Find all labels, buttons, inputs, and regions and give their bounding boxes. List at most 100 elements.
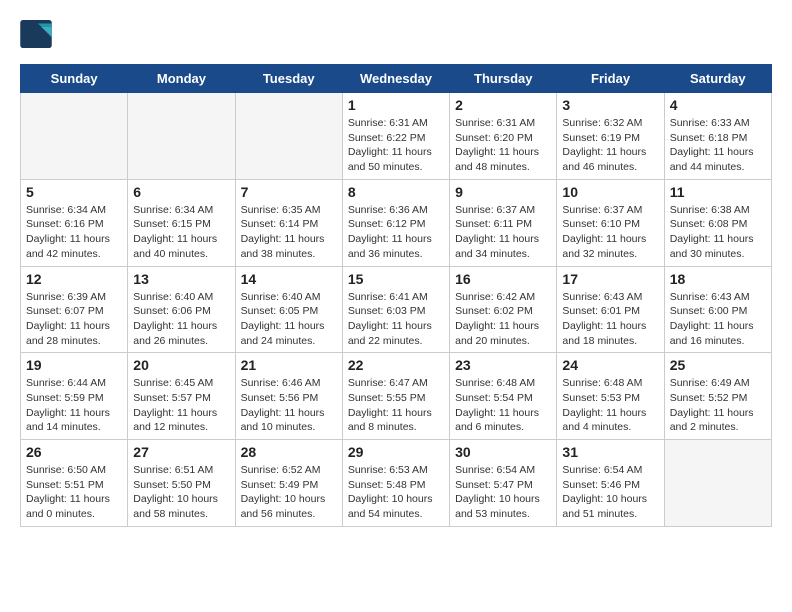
day-number: 11	[670, 184, 766, 200]
day-info: Sunrise: 6:37 AM Sunset: 6:11 PM Dayligh…	[455, 203, 551, 262]
day-number: 2	[455, 97, 551, 113]
day-number: 12	[26, 271, 122, 287]
day-info: Sunrise: 6:39 AM Sunset: 6:07 PM Dayligh…	[26, 290, 122, 349]
day-number: 22	[348, 357, 444, 373]
day-info: Sunrise: 6:52 AM Sunset: 5:49 PM Dayligh…	[241, 463, 337, 522]
day-cell	[128, 93, 235, 180]
day-info: Sunrise: 6:33 AM Sunset: 6:18 PM Dayligh…	[670, 116, 766, 175]
week-row-2: 5Sunrise: 6:34 AM Sunset: 6:16 PM Daylig…	[21, 179, 772, 266]
day-info: Sunrise: 6:31 AM Sunset: 6:20 PM Dayligh…	[455, 116, 551, 175]
day-number: 3	[562, 97, 658, 113]
day-cell: 10 Sunrise: 6:37 AM Sunset: 6:10 PM Dayli…	[557, 179, 664, 266]
day-info: Sunrise: 6:42 AM Sunset: 6:02 PM Dayligh…	[455, 290, 551, 349]
day-cell: 9 Sunrise: 6:37 AM Sunset: 6:11 PM Daylig…	[450, 179, 557, 266]
day-cell: 11Sunrise: 6:38 AM Sunset: 6:08 PM Dayli…	[664, 179, 771, 266]
day-info: Sunrise: 6:40 AM Sunset: 6:05 PM Dayligh…	[241, 290, 337, 349]
calendar: SundayMondayTuesdayWednesdayThursdayFrid…	[20, 64, 772, 527]
day-number: 31	[562, 444, 658, 460]
day-info: Sunrise: 6:48 AM Sunset: 5:54 PM Dayligh…	[455, 376, 551, 435]
week-row-1: 1 Sunrise: 6:31 AM Sunset: 6:22 PM Daylig…	[21, 93, 772, 180]
weekday-header-monday: Monday	[128, 65, 235, 93]
day-info: Sunrise: 6:36 AM Sunset: 6:12 PM Dayligh…	[348, 203, 444, 262]
day-number: 18	[670, 271, 766, 287]
day-cell: 5Sunrise: 6:34 AM Sunset: 6:16 PM Daylig…	[21, 179, 128, 266]
day-cell: 29 Sunrise: 6:53 AM Sunset: 5:48 PM Dayli…	[342, 440, 449, 527]
day-number: 26	[26, 444, 122, 460]
day-info: Sunrise: 6:44 AM Sunset: 5:59 PM Dayligh…	[26, 376, 122, 435]
day-cell: 18 Sunrise: 6:43 AM Sunset: 6:00 PM Dayli…	[664, 266, 771, 353]
day-number: 6	[133, 184, 229, 200]
weekday-header-sunday: Sunday	[21, 65, 128, 93]
day-cell: 6 Sunrise: 6:34 AM Sunset: 6:15 PM Daylig…	[128, 179, 235, 266]
day-number: 24	[562, 357, 658, 373]
day-cell: 7 Sunrise: 6:35 AM Sunset: 6:14 PM Daylig…	[235, 179, 342, 266]
day-number: 28	[241, 444, 337, 460]
day-cell	[664, 440, 771, 527]
day-cell: 26 Sunrise: 6:50 AM Sunset: 5:51 PM Dayli…	[21, 440, 128, 527]
day-cell: 1 Sunrise: 6:31 AM Sunset: 6:22 PM Daylig…	[342, 93, 449, 180]
logo-icon	[20, 20, 52, 48]
day-cell: 23 Sunrise: 6:48 AM Sunset: 5:54 PM Dayli…	[450, 353, 557, 440]
day-info: Sunrise: 6:43 AM Sunset: 6:01 PM Dayligh…	[562, 290, 658, 349]
day-info: Sunrise: 6:43 AM Sunset: 6:00 PM Dayligh…	[670, 290, 766, 349]
day-cell: 2 Sunrise: 6:31 AM Sunset: 6:20 PM Daylig…	[450, 93, 557, 180]
day-number: 7	[241, 184, 337, 200]
day-cell: 16 Sunrise: 6:42 AM Sunset: 6:02 PM Dayli…	[450, 266, 557, 353]
weekday-header-row: SundayMondayTuesdayWednesdayThursdayFrid…	[21, 65, 772, 93]
day-cell: 28 Sunrise: 6:52 AM Sunset: 5:49 PM Dayli…	[235, 440, 342, 527]
day-cell: 25 Sunrise: 6:49 AM Sunset: 5:52 PM Dayli…	[664, 353, 771, 440]
day-number: 13	[133, 271, 229, 287]
day-number: 15	[348, 271, 444, 287]
day-info: Sunrise: 6:31 AM Sunset: 6:22 PM Dayligh…	[348, 116, 444, 175]
day-cell: 8 Sunrise: 6:36 AM Sunset: 6:12 PM Daylig…	[342, 179, 449, 266]
day-info: Sunrise: 6:40 AM Sunset: 6:06 PM Dayligh…	[133, 290, 229, 349]
weekday-header-friday: Friday	[557, 65, 664, 93]
day-cell: 27 Sunrise: 6:51 AM Sunset: 5:50 PM Dayli…	[128, 440, 235, 527]
day-info: Sunrise: 6:47 AM Sunset: 5:55 PM Dayligh…	[348, 376, 444, 435]
day-number: 27	[133, 444, 229, 460]
day-info: Sunrise: 6:35 AM Sunset: 6:14 PM Dayligh…	[241, 203, 337, 262]
weekday-header-saturday: Saturday	[664, 65, 771, 93]
day-info: Sunrise: 6:45 AM Sunset: 5:57 PM Dayligh…	[133, 376, 229, 435]
day-info: Sunrise: 6:54 AM Sunset: 5:47 PM Dayligh…	[455, 463, 551, 522]
day-cell	[21, 93, 128, 180]
day-info: Sunrise: 6:48 AM Sunset: 5:53 PM Dayligh…	[562, 376, 658, 435]
day-cell: 17 Sunrise: 6:43 AM Sunset: 6:01 PM Dayli…	[557, 266, 664, 353]
day-cell: 30Sunrise: 6:54 AM Sunset: 5:47 PM Dayli…	[450, 440, 557, 527]
day-cell: 3 Sunrise: 6:32 AM Sunset: 6:19 PM Daylig…	[557, 93, 664, 180]
day-info: Sunrise: 6:51 AM Sunset: 5:50 PM Dayligh…	[133, 463, 229, 522]
week-row-5: 26 Sunrise: 6:50 AM Sunset: 5:51 PM Dayli…	[21, 440, 772, 527]
day-info: Sunrise: 6:49 AM Sunset: 5:52 PM Dayligh…	[670, 376, 766, 435]
day-cell: 22 Sunrise: 6:47 AM Sunset: 5:55 PM Dayli…	[342, 353, 449, 440]
day-info: Sunrise: 6:41 AM Sunset: 6:03 PM Dayligh…	[348, 290, 444, 349]
day-cell: 21 Sunrise: 6:46 AM Sunset: 5:56 PM Dayli…	[235, 353, 342, 440]
week-row-3: 12 Sunrise: 6:39 AM Sunset: 6:07 PM Dayli…	[21, 266, 772, 353]
weekday-header-thursday: Thursday	[450, 65, 557, 93]
day-number: 1	[348, 97, 444, 113]
day-number: 25	[670, 357, 766, 373]
day-cell: 24 Sunrise: 6:48 AM Sunset: 5:53 PM Dayli…	[557, 353, 664, 440]
day-cell: 14Sunrise: 6:40 AM Sunset: 6:05 PM Dayli…	[235, 266, 342, 353]
day-info: Sunrise: 6:50 AM Sunset: 5:51 PM Dayligh…	[26, 463, 122, 522]
day-number: 17	[562, 271, 658, 287]
logo	[20, 20, 56, 48]
day-number: 29	[348, 444, 444, 460]
day-cell: 4Sunrise: 6:33 AM Sunset: 6:18 PM Daylig…	[664, 93, 771, 180]
day-info: Sunrise: 6:37 AM Sunset: 6:10 PM Dayligh…	[562, 203, 658, 262]
day-number: 10	[562, 184, 658, 200]
day-cell: 13 Sunrise: 6:40 AM Sunset: 6:06 PM Dayli…	[128, 266, 235, 353]
day-number: 23	[455, 357, 551, 373]
day-info: Sunrise: 6:34 AM Sunset: 6:15 PM Dayligh…	[133, 203, 229, 262]
day-number: 19	[26, 357, 122, 373]
day-number: 20	[133, 357, 229, 373]
day-info: Sunrise: 6:32 AM Sunset: 6:19 PM Dayligh…	[562, 116, 658, 175]
day-info: Sunrise: 6:46 AM Sunset: 5:56 PM Dayligh…	[241, 376, 337, 435]
day-number: 8	[348, 184, 444, 200]
day-info: Sunrise: 6:53 AM Sunset: 5:48 PM Dayligh…	[348, 463, 444, 522]
day-number: 9	[455, 184, 551, 200]
day-cell: 15 Sunrise: 6:41 AM Sunset: 6:03 PM Dayli…	[342, 266, 449, 353]
day-number: 16	[455, 271, 551, 287]
week-row-4: 19 Sunrise: 6:44 AM Sunset: 5:59 PM Dayli…	[21, 353, 772, 440]
day-number: 21	[241, 357, 337, 373]
page-header	[20, 20, 772, 48]
